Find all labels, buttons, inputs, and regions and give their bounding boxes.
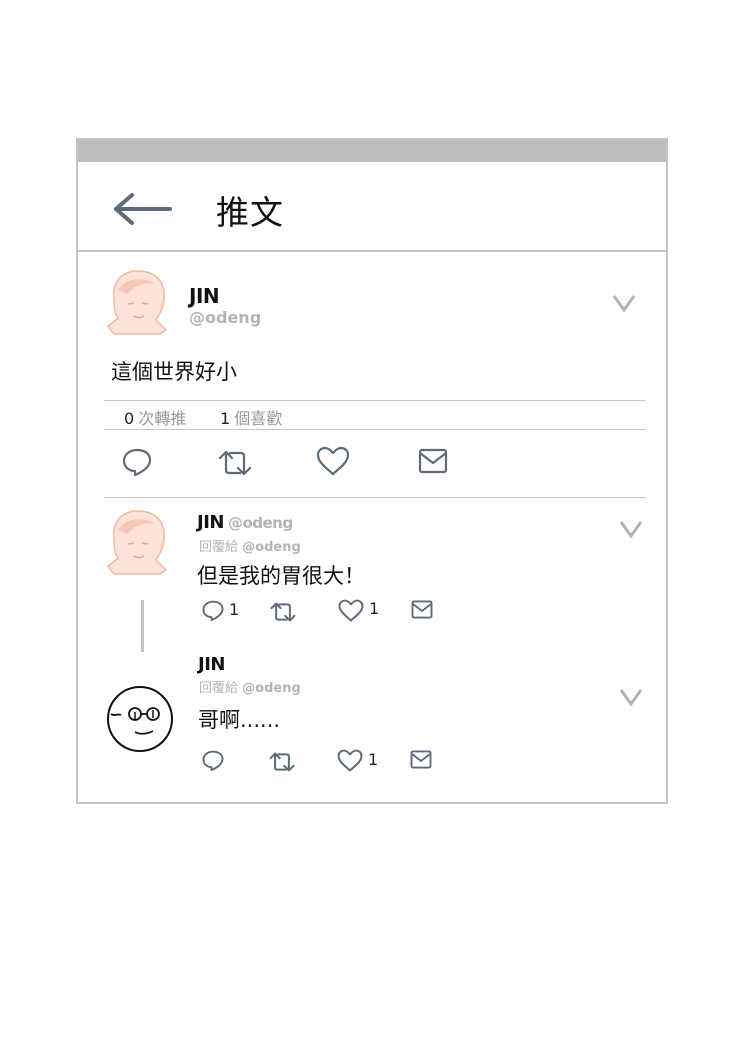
reply-to-label: 回覆給 — [199, 681, 239, 696]
tweet-text: 這個世界好小 — [111, 360, 237, 384]
tweet-card: 推文 JIN @odeng 這個世界好小 0 次轉推 1 個喜歡 JIN @od… — [76, 138, 668, 804]
retweet-stat[interactable]: 0 次轉推 — [124, 405, 186, 429]
reply-text: 但是我的胃很大！ — [197, 564, 365, 588]
reply-author-name[interactable]: JIN — [198, 654, 225, 675]
thread-line — [141, 600, 144, 652]
reply-to: 回覆給 @odeng — [199, 536, 301, 555]
reply-to-handle[interactable]: @odeng — [242, 540, 301, 555]
header: 推文 — [78, 162, 666, 252]
mail-icon[interactable] — [410, 750, 432, 769]
reply-count: 1 — [229, 600, 240, 619]
retweet-icon[interactable] — [269, 752, 295, 772]
divider — [104, 497, 646, 498]
retweet-icon[interactable] — [270, 602, 296, 622]
heart-icon[interactable] — [316, 446, 350, 476]
chevron-down-icon[interactable] — [612, 294, 636, 312]
retweet-label: 次轉推 — [138, 409, 187, 428]
reply-icon[interactable] — [202, 600, 224, 621]
avatar[interactable] — [104, 508, 170, 576]
like-count: 1 — [369, 599, 380, 618]
like-count: 1 — [220, 409, 231, 428]
reply-to-label: 回覆給 — [199, 540, 239, 555]
back-arrow-icon[interactable] — [112, 192, 174, 226]
author-handle[interactable]: @odeng — [189, 308, 261, 327]
chevron-down-icon[interactable] — [619, 688, 643, 706]
retweet-icon[interactable] — [218, 450, 252, 476]
reply-author-handle[interactable]: @odeng — [228, 514, 293, 532]
like-label: 個喜歡 — [234, 409, 283, 428]
like-count: 1 — [368, 750, 379, 769]
reply-icon[interactable] — [122, 448, 152, 476]
status-bar — [78, 140, 666, 162]
mail-icon[interactable] — [411, 600, 433, 619]
reply-author-name[interactable]: JIN — [197, 512, 224, 533]
reply-icon[interactable] — [202, 750, 224, 771]
author-name[interactable]: JIN — [189, 284, 220, 308]
chevron-down-icon[interactable] — [619, 520, 643, 538]
heart-icon[interactable] — [337, 749, 363, 772]
reply-to: 回覆給 @odeng — [199, 677, 301, 696]
avatar[interactable] — [105, 684, 175, 754]
page-title: 推文 — [216, 193, 284, 232]
avatar[interactable] — [104, 268, 170, 336]
reply-to-handle[interactable]: @odeng — [242, 681, 301, 696]
reply-author[interactable]: JIN @odeng — [197, 512, 293, 533]
mail-icon[interactable] — [418, 448, 448, 474]
heart-icon[interactable] — [338, 599, 364, 622]
tweet-stats: 0 次轉推 1 個喜歡 — [104, 400, 646, 430]
retweet-count: 0 — [124, 409, 135, 428]
reply-text: 哥啊...... — [198, 708, 281, 732]
like-stat[interactable]: 1 個喜歡 — [220, 405, 282, 429]
